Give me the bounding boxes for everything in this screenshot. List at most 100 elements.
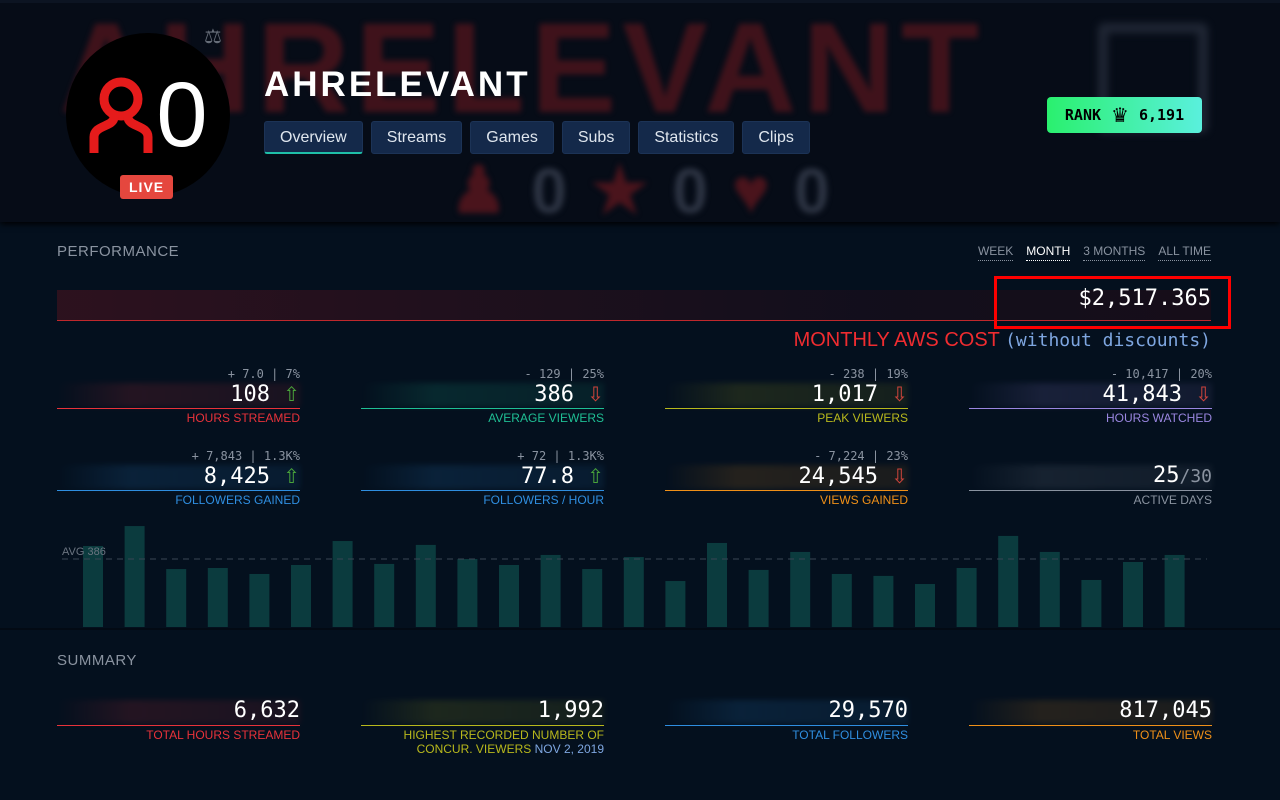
stat-label: TOTAL FOLLOWERS bbox=[792, 728, 908, 742]
stat-underline bbox=[57, 490, 300, 491]
chart-bar[interactable] bbox=[83, 545, 103, 627]
live-badge: LIVE bbox=[120, 175, 174, 199]
chart-bar[interactable] bbox=[374, 563, 395, 627]
stat-underline bbox=[665, 490, 908, 491]
arrow-down-icon: ⇩ bbox=[1195, 382, 1212, 406]
stat-underline bbox=[361, 408, 604, 409]
summary-card-2: 1,992 HIGHEST RECORDED NUMBER OF CONCUR.… bbox=[361, 684, 604, 756]
stat-value: 24,545 ⇩ bbox=[798, 464, 909, 489]
channel-title: AHRELEVANT bbox=[264, 65, 531, 104]
channel-tabs: Overview Streams Games Subs Statistics C… bbox=[264, 121, 810, 154]
stat-delta: + 72 | 1.3K% bbox=[517, 449, 604, 463]
stat-underline bbox=[969, 725, 1212, 726]
summary-title: SUMMARY bbox=[57, 652, 137, 669]
stat-card-peak-viewers: - 238 | 19% 1,017 ⇩ PEAK VIEWERS bbox=[665, 367, 908, 425]
average-label: AVG 386 bbox=[62, 546, 106, 558]
tab-clips[interactable]: Clips bbox=[742, 121, 810, 154]
stat-card-followers-gained: + 7,843 | 1.3K% 8,425 ⇧ FOLLOWERS GAINED bbox=[57, 449, 300, 507]
chart-bar[interactable] bbox=[748, 569, 769, 627]
stat-delta: - 10,417 | 20% bbox=[1110, 367, 1212, 381]
stat-underline bbox=[57, 725, 300, 726]
stat-underline bbox=[969, 408, 1212, 409]
chart-bar[interactable] bbox=[457, 559, 478, 627]
stat-card-followers-hour: + 72 | 1.3K% 77.8 ⇧ FOLLOWERS / HOUR bbox=[361, 449, 604, 507]
stat-label: TOTAL VIEWS bbox=[1132, 728, 1212, 742]
chart-bar[interactable] bbox=[540, 554, 561, 627]
chart-bar[interactable] bbox=[207, 567, 228, 627]
chart-bar[interactable] bbox=[332, 541, 353, 627]
stat-label: FOLLOWERS / HOUR bbox=[483, 493, 604, 507]
chart-bar[interactable] bbox=[582, 569, 603, 627]
stat-card-views-gained: - 7,224 | 23% 24,545 ⇩ VIEWS GAINED bbox=[665, 449, 908, 507]
arrow-up-icon: ⇧ bbox=[283, 382, 300, 406]
period-all-time[interactable]: ALL TIME bbox=[1158, 244, 1211, 261]
chart-bar[interactable] bbox=[291, 564, 311, 627]
compare-scale-icon[interactable]: ⚖ bbox=[204, 24, 222, 49]
chart-bar[interactable] bbox=[873, 575, 894, 627]
period-month[interactable]: MONTH bbox=[1026, 244, 1071, 261]
stat-label: AVERAGE VIEWERS bbox=[488, 411, 604, 425]
chart-bar[interactable] bbox=[249, 573, 270, 627]
stat-label: PEAK VIEWERS bbox=[817, 411, 908, 425]
stat-underline bbox=[969, 490, 1212, 491]
chart-bar[interactable] bbox=[707, 542, 727, 627]
arrow-up-icon: ⇧ bbox=[587, 464, 604, 488]
stat-underline bbox=[361, 725, 604, 726]
stat-label: ACTIVE DAYS bbox=[1133, 493, 1212, 507]
arrow-down-icon: ⇩ bbox=[587, 382, 604, 406]
stat-card-hours-streamed: + 7.0 | 7% 108 ⇧ HOURS STREAMED bbox=[57, 367, 300, 425]
period-3-months[interactable]: 3 MONTHS bbox=[1083, 244, 1146, 261]
stat-label: HIGHEST RECORDED NUMBER OF CONCUR. VIEWE… bbox=[403, 728, 604, 756]
avatar: 0 bbox=[66, 33, 230, 197]
summary-card-3: 29,570 TOTAL FOLLOWERS bbox=[665, 684, 908, 742]
tab-streams[interactable]: Streams bbox=[370, 121, 463, 154]
chart-bar[interactable] bbox=[1123, 561, 1143, 627]
chart-bar[interactable] bbox=[166, 569, 187, 627]
stat-value: 6,632 bbox=[233, 698, 300, 723]
stat-underline bbox=[361, 490, 604, 491]
stat-value: 817,045 bbox=[1119, 698, 1212, 723]
chart-bar[interactable] bbox=[1164, 554, 1185, 627]
chart-bar[interactable] bbox=[831, 573, 852, 627]
stat-label: VIEWS GAINED bbox=[819, 493, 908, 507]
cost-label: MONTHLY AWS COST (without discounts) bbox=[793, 329, 1211, 351]
chart-bar[interactable] bbox=[623, 557, 644, 627]
stat-label: TOTAL HOURS STREAMED bbox=[146, 728, 300, 742]
stat-underline bbox=[57, 408, 300, 409]
tab-subs[interactable]: Subs bbox=[561, 121, 631, 154]
stat-card-average-viewers: - 129 | 25% 386 ⇩ AVERAGE VIEWERS bbox=[361, 367, 604, 425]
stat-value: 8,425 ⇧ bbox=[203, 464, 300, 489]
period-week[interactable]: WEEK bbox=[977, 244, 1014, 261]
chart-bar[interactable] bbox=[124, 526, 145, 627]
tab-statistics[interactable]: Statistics bbox=[638, 121, 735, 154]
stat-card-active-days: 25/30 ACTIVE DAYS bbox=[969, 449, 1212, 507]
stat-value: 386 ⇩ bbox=[534, 382, 604, 407]
stat-value: 29,570 bbox=[828, 698, 908, 723]
stat-value: 1,992 bbox=[537, 698, 604, 723]
chart-bar[interactable] bbox=[1039, 551, 1060, 627]
arrow-down-icon: ⇩ bbox=[891, 382, 908, 406]
stat-value: 77.8 ⇧ bbox=[521, 464, 604, 489]
chart-bar[interactable] bbox=[665, 581, 686, 627]
rank-badge: RANK ♛ 6,191 bbox=[1047, 97, 1202, 133]
star-icon: ★ bbox=[590, 154, 649, 222]
chart-bar[interactable] bbox=[998, 535, 1019, 627]
stat-underline bbox=[665, 725, 908, 726]
stat-label: HOURS WATCHED bbox=[1106, 411, 1212, 425]
heart-icon: ♥ bbox=[731, 154, 770, 223]
performance-title: PERFORMANCE bbox=[57, 243, 180, 260]
stat-delta: - 129 | 25% bbox=[524, 367, 604, 381]
stat-value: 25/30 bbox=[1152, 463, 1212, 488]
stat-delta: - 7,224 | 23% bbox=[814, 449, 908, 463]
chart-bar[interactable] bbox=[1081, 579, 1102, 627]
summary-card-1: 6,632 TOTAL HOURS STREAMED bbox=[57, 684, 300, 742]
tab-overview[interactable]: Overview bbox=[264, 121, 363, 154]
crown-icon: ♛ bbox=[1111, 103, 1129, 127]
chart-bar[interactable] bbox=[499, 564, 519, 627]
chart-bar[interactable] bbox=[915, 584, 935, 627]
chart-bar[interactable] bbox=[956, 567, 977, 627]
chart-bar[interactable] bbox=[415, 544, 436, 627]
chart-bar[interactable] bbox=[790, 551, 811, 627]
tab-games[interactable]: Games bbox=[470, 121, 554, 154]
cost-highlight-box bbox=[994, 276, 1231, 329]
